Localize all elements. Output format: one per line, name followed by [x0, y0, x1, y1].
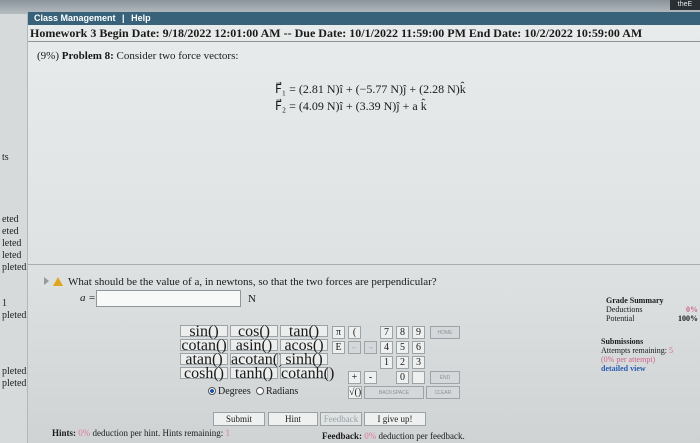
problem-text: Consider two force vectors:: [116, 50, 239, 62]
acos-button[interactable]: acos(): [280, 338, 328, 354]
cotanh-button[interactable]: cotanh(): [280, 366, 334, 382]
degrees-radio[interactable]: Degrees: [208, 386, 251, 397]
menu-separator: |: [122, 13, 125, 23]
submit-button[interactable]: Submit: [213, 412, 265, 426]
feedback-label: Feedback:: [322, 431, 362, 441]
sinh-button[interactable]: sinh(): [280, 352, 328, 368]
question-text: What should be the value of a, in newton…: [68, 276, 437, 288]
radio-selected-icon: [208, 387, 216, 395]
submissions-title: Submissions: [601, 337, 644, 346]
grade-summary-title: Grade Summary: [606, 296, 664, 305]
detailed-view-link[interactable]: detailed view: [601, 364, 699, 373]
answer-input[interactable]: [96, 290, 241, 307]
key-4[interactable]: 4: [380, 341, 393, 354]
sidebar-item[interactable]: eted: [2, 214, 19, 225]
sqrt-button[interactable]: √(): [348, 386, 362, 399]
problem-weight: (9%): [37, 50, 59, 62]
potential-label: Potential: [606, 314, 635, 323]
sidebar-item[interactable]: leted: [2, 238, 21, 249]
cotan-button[interactable]: cotan(): [180, 338, 228, 354]
hints-remaining: 1: [225, 428, 231, 438]
sidebar-item[interactable]: 1: [2, 298, 7, 309]
submissions-panel: Submissions Attempts remaining: 5 (0% pe…: [601, 337, 699, 373]
give-up-button[interactable]: I give up!: [364, 412, 426, 426]
question-line: What should be the value of a, in newton…: [44, 276, 437, 288]
key-2[interactable]: 2: [396, 356, 409, 369]
homework-title: Homework 3 Begin Date: 9/18/2022 12:01:0…: [30, 26, 643, 40]
plus-button[interactable]: +: [348, 371, 361, 384]
sidebar-item[interactable]: ts: [2, 152, 9, 163]
feedback-percent: 0%: [364, 431, 377, 441]
attempts-value: 5: [669, 346, 673, 355]
cosh-button[interactable]: cosh(): [180, 366, 228, 382]
hints-info: Hints: 0% deduction per hint. Hints rema…: [52, 428, 230, 438]
key-blank[interactable]: [412, 371, 425, 384]
cos-button[interactable]: cos(): [230, 324, 278, 340]
sin-button[interactable]: sin(): [180, 324, 228, 340]
key-5[interactable]: 5: [396, 341, 409, 354]
key-8[interactable]: 8: [396, 326, 409, 339]
minus-button[interactable]: -: [364, 371, 377, 384]
hint-button[interactable]: Hint: [268, 412, 318, 426]
arrow-right-button[interactable]: →: [364, 341, 377, 354]
asin-button[interactable]: asin(): [230, 338, 278, 354]
problem-header: (9%) Problem 8: Consider two force vecto…: [37, 50, 238, 62]
hints-label: Hints:: [52, 428, 77, 438]
attempts-label: Attempts remaining:: [601, 346, 667, 355]
corner-badge: theE: [670, 0, 700, 10]
per-attempt-text: (0% per attempt): [601, 355, 656, 364]
header-divider: [28, 41, 700, 42]
section-divider: [28, 264, 700, 265]
answer-label: a =: [80, 292, 96, 304]
sidebar-item[interactable]: pleted: [2, 310, 26, 321]
end-button[interactable]: END: [430, 371, 460, 384]
answer-unit: N: [248, 293, 256, 305]
warning-icon: [53, 277, 63, 286]
problem-label: Problem 8:: [61, 50, 114, 62]
backspace-button[interactable]: BACKSPACE: [364, 386, 424, 399]
key-6[interactable]: 6: [412, 341, 425, 354]
home-button[interactable]: HOME: [430, 326, 460, 339]
left-sidebar: ts eted eted leted leted pleted 1 pleted…: [0, 14, 28, 443]
deductions-value: 0%: [686, 305, 698, 314]
sidebar-item[interactable]: leted: [2, 250, 21, 261]
feedback-text: deduction per feedback.: [378, 431, 465, 441]
radians-label: Radians: [266, 386, 299, 397]
sidebar-item[interactable]: pleted: [2, 378, 26, 389]
sidebar-item[interactable]: pleted: [2, 366, 26, 377]
degrees-label: Degrees: [218, 386, 251, 397]
hints-text: deduction per hint. Hints remaining:: [92, 428, 224, 438]
radio-empty-icon: [256, 387, 264, 395]
menu-bar: Class Management | Help: [28, 12, 700, 25]
hints-percent: 0%: [78, 428, 91, 438]
key-1[interactable]: 1: [380, 356, 393, 369]
exponent-button[interactable]: E: [332, 341, 345, 354]
pi-button[interactable]: π: [332, 326, 345, 339]
clear-button[interactable]: CLEAR: [426, 386, 460, 399]
feedback-button[interactable]: Feedback: [320, 412, 362, 426]
force-equation-2: F⃗₂ = (4.09 N)î + (3.39 N)ĵ + a k̂: [275, 99, 427, 113]
deductions-label: Deductions: [606, 305, 643, 314]
radians-radio[interactable]: Radians: [256, 386, 298, 397]
key-0[interactable]: 0: [396, 371, 409, 384]
key-3[interactable]: 3: [412, 356, 425, 369]
tan-button[interactable]: tan(): [280, 324, 328, 340]
grade-summary: Grade Summary Deductions 0% Potential 100%: [606, 296, 698, 323]
feedback-info: Feedback: 0% deduction per feedback.: [322, 431, 465, 441]
acotan-button[interactable]: acotan(): [230, 352, 283, 368]
sidebar-item[interactable]: pleted: [2, 262, 26, 273]
menu-help[interactable]: Help: [131, 13, 151, 23]
tanh-button[interactable]: tanh(): [230, 366, 278, 382]
atan-button[interactable]: atan(): [180, 352, 228, 368]
arrow-left-button[interactable]: ←: [348, 341, 361, 354]
sidebar-item[interactable]: eted: [2, 226, 19, 237]
potential-value: 100%: [678, 314, 698, 323]
key-9[interactable]: 9: [412, 326, 425, 339]
menu-class-management[interactable]: Class Management: [34, 13, 116, 23]
open-paren-button[interactable]: (: [348, 326, 361, 339]
expand-arrow-icon[interactable]: [44, 277, 49, 285]
force-equation-1: F⃗₁ = (2.81 N)î + (−5.77 N)ĵ + (2.28 N)k…: [275, 82, 466, 96]
key-7[interactable]: 7: [380, 326, 393, 339]
